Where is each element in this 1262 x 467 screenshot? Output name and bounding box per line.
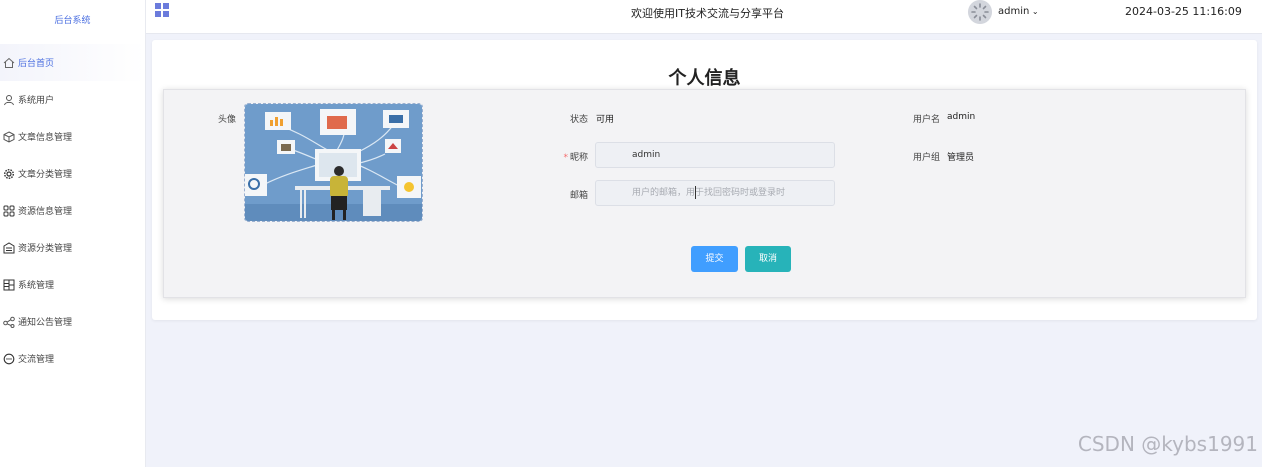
- chat-icon: [2, 352, 15, 365]
- email-placeholder: 用户的邮箱，用于找回密码时或登录时: [632, 188, 786, 198]
- username-label: 用户名: [912, 115, 940, 125]
- profile-panel: 个人信息 头像 状态 可用 用户名 admin * 昵称 admin 用户组 管…: [152, 40, 1257, 320]
- sidebar-item-label: 资源分类管理: [18, 244, 73, 254]
- profile-form: 头像 状态 可用 用户名 admin * 昵称 admin 用户组 管理员 邮箱…: [163, 89, 1246, 298]
- user-menu[interactable]: admin ⌄: [998, 6, 1039, 17]
- sidebar-item-article-category[interactable]: 文章分类管理: [0, 155, 145, 192]
- apps-icon: [2, 278, 15, 291]
- sidebar-item-notice-management[interactable]: 通知公告管理: [0, 303, 145, 340]
- sidebar-item-system-users[interactable]: 系统用户: [0, 81, 145, 118]
- sidebar-item-resource-category[interactable]: 资源分类管理: [0, 229, 145, 266]
- page-title: 个人信息: [668, 68, 741, 89]
- share-icon: [2, 315, 15, 328]
- sidebar-item-label: 交流管理: [18, 355, 55, 365]
- sidebar-item-communication[interactable]: 交流管理: [0, 340, 145, 377]
- required-asterisk: *: [563, 153, 568, 163]
- gear-icon: [2, 167, 15, 180]
- usergroup-label: 用户组: [912, 153, 940, 163]
- cube-icon: [2, 130, 15, 143]
- avatar-illustration: [245, 104, 422, 221]
- status-label: 状态: [569, 115, 588, 125]
- current-datetime: 2024-03-25 11:16:09: [1125, 5, 1242, 18]
- avatar-label: 头像: [217, 115, 236, 125]
- avatar-upload[interactable]: [244, 103, 423, 222]
- sidebar-item-system-management[interactable]: 系统管理: [0, 266, 145, 303]
- welcome-text: 欢迎使用IT技术交流与分享平台: [631, 7, 784, 20]
- brand-title: 后台系统: [54, 16, 91, 26]
- top-bar: 欢迎使用IT技术交流与分享平台 admin ⌄ 2024-03-25 11:16…: [146, 0, 1262, 34]
- username-value: admin: [947, 112, 976, 122]
- watermark: CSDN @kybs1991: [1077, 432, 1258, 456]
- sidebar-item-label: 系统用户: [18, 96, 55, 106]
- sidebar-item-label: 通知公告管理: [18, 318, 73, 328]
- email-field[interactable]: 用户的邮箱，用于找回密码时或登录时: [595, 180, 835, 206]
- sidebar-item-label: 文章信息管理: [18, 133, 73, 143]
- menu-grid-icon[interactable]: [155, 3, 169, 17]
- sidebar: 后台系统 后台首页 系统用户 文章信息管理 文章分类管理 资源信息管理 资源分类: [0, 0, 146, 467]
- user-name: admin: [998, 6, 1030, 17]
- sidebar-item-label: 后台首页: [18, 59, 55, 69]
- status-value: 可用: [596, 115, 615, 125]
- grid-icon: [2, 204, 15, 217]
- sidebar-item-label: 系统管理: [18, 281, 55, 291]
- usergroup-value: 管理员: [947, 153, 975, 163]
- nickname-label: * 昵称: [550, 150, 588, 163]
- user-icon: [2, 93, 15, 106]
- nickname-value: admin: [632, 150, 661, 160]
- sidebar-item-label: 文章分类管理: [18, 170, 73, 180]
- nickname-label-text: 昵称: [569, 153, 588, 163]
- sidebar-item-label: 资源信息管理: [18, 207, 73, 217]
- email-label: 邮箱: [569, 191, 588, 201]
- user-avatar[interactable]: [968, 0, 992, 24]
- sidebar-item-home[interactable]: 后台首页: [0, 44, 145, 81]
- nickname-field[interactable]: admin: [595, 142, 835, 168]
- text-cursor-icon: [695, 186, 696, 199]
- building-icon: [2, 241, 15, 254]
- submit-button[interactable]: 提交: [691, 246, 738, 272]
- home-icon: [2, 56, 15, 69]
- chevron-down-icon: ⌄: [1029, 7, 1039, 16]
- cancel-button[interactable]: 取消: [745, 246, 791, 272]
- sidebar-item-article-info[interactable]: 文章信息管理: [0, 118, 145, 155]
- sidebar-item-resource-info[interactable]: 资源信息管理: [0, 192, 145, 229]
